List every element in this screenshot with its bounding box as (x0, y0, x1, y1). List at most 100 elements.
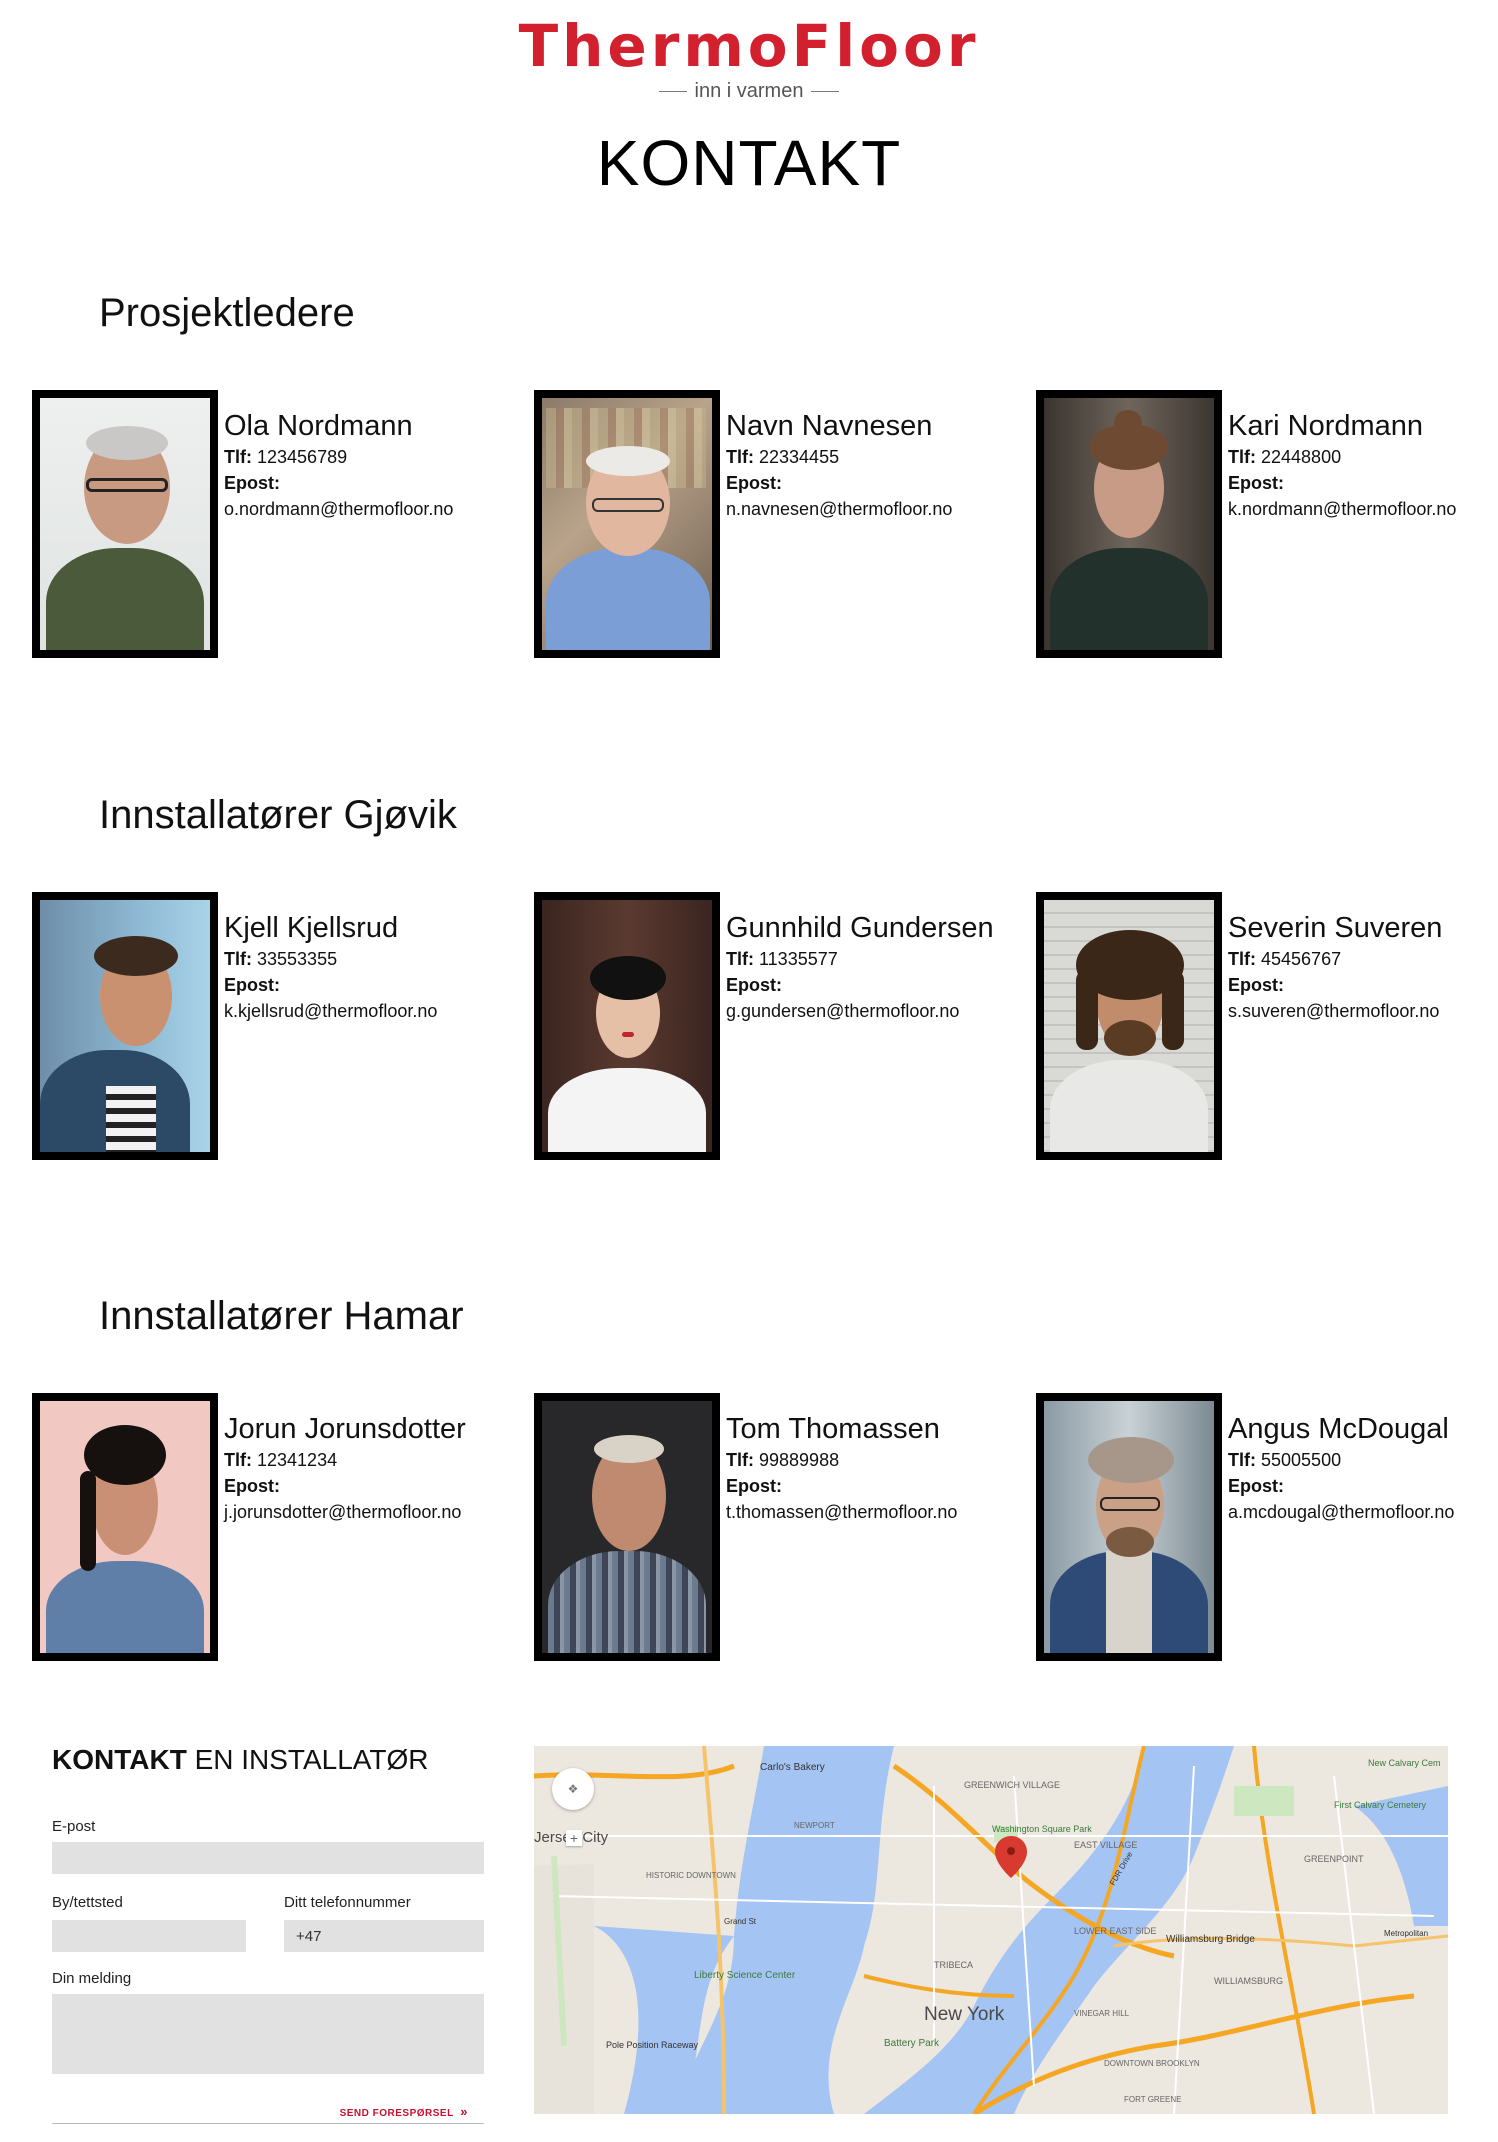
portrait-photo (1036, 892, 1222, 1160)
contact-card: Kjell Kjellsrud Tlf: 33553355 Epost: k.k… (32, 892, 512, 1160)
contact-name: Ola Nordmann (224, 410, 413, 442)
section-title-hamar: Innstallatører Hamar (99, 1294, 464, 1338)
contact-phone: Tlf: 11335577 (726, 949, 838, 969)
city-field[interactable] (52, 1920, 246, 1952)
portrait-photo (1036, 390, 1222, 658)
location-map[interactable]: New York Jersey City Washington Square P… (534, 1746, 1448, 2114)
portrait-photo (534, 390, 720, 658)
contact-email-label: Epost: (726, 975, 782, 995)
contact-name: Jorun Jorunsdotter (224, 1413, 466, 1445)
contact-email-link[interactable]: k.nordmann@thermofloor.no (1228, 496, 1498, 522)
contact-email-link[interactable]: k.kjellsrud@thermofloor.no (224, 998, 524, 1024)
map-label-first-calvary-cemetery: First Calvary Cemetery (1334, 1800, 1427, 1810)
contact-name: Severin Suveren (1228, 912, 1443, 944)
contact-card: Navn Navnesen Tlf: 22334455 Epost: n.nav… (534, 390, 1014, 658)
contact-phone: Tlf: 33553355 (224, 949, 338, 969)
map-label-williamsburg-bridge: Williamsburg Bridge (1166, 1934, 1255, 1945)
map-label-pole-position-raceway: Pole Position Raceway (606, 2040, 699, 2050)
map-label-historic-downtown: HISTORIC DOWNTOWN (646, 1871, 736, 1880)
portrait-photo (32, 1393, 218, 1661)
contact-email-link[interactable]: j.jorunsdotter@thermofloor.no (224, 1499, 524, 1525)
map-label-greenpoint: GREENPOINT (1304, 1854, 1364, 1864)
contact-card: Severin Suveren Tlf: 45456767 Epost: s.s… (1036, 892, 1498, 1160)
contact-name: Kjell Kjellsrud (224, 912, 399, 944)
send-button[interactable]: SEND FORESPØRSEL » (340, 2104, 468, 2119)
contact-phone: Tlf: 99889988 (726, 1450, 840, 1470)
portrait-photo (1036, 1393, 1222, 1661)
portrait-photo (534, 1393, 720, 1661)
contact-email-label: Epost: (1228, 975, 1284, 995)
contact-email-link[interactable]: o.nordmann@thermofloor.no (224, 496, 524, 522)
map-canvas: New York Jersey City Washington Square P… (534, 1746, 1448, 2114)
contact-card: Gunnhild Gundersen Tlf: 11335577 Epost: … (534, 892, 1014, 1160)
contact-card: Jorun Jorunsdotter Tlf: 12341234 Epost: … (32, 1393, 512, 1661)
map-label-downtown-brooklyn: DOWNTOWN BROOKLYN (1104, 2059, 1200, 2068)
brand-logo[interactable]: ThermoFloor inn i varmen (0, 14, 1498, 103)
contact-card: Angus McDougal Tlf: 55005500 Epost: a.mc… (1036, 1393, 1498, 1661)
portrait-photo (32, 390, 218, 658)
contact-email-link[interactable]: a.mcdougal@thermofloor.no (1228, 1499, 1498, 1525)
map-label-grand-st: Grand St (724, 1917, 757, 1926)
contact-phone: Tlf: 12341234 (224, 1450, 338, 1470)
pan-control-icon[interactable]: ❖ (552, 1768, 594, 1810)
contact-card: Kari Nordmann Tlf: 22448800 Epost: k.nor… (1036, 390, 1498, 658)
message-field[interactable] (52, 1994, 484, 2074)
contact-email-label: Epost: (1228, 473, 1284, 493)
portrait-photo (534, 892, 720, 1160)
contact-email-label: Epost: (726, 1476, 782, 1496)
contact-email-label: Epost: (1228, 1476, 1284, 1496)
contact-email-link[interactable]: s.suveren@thermofloor.no (1228, 998, 1498, 1024)
map-label-east-village: EAST VILLAGE (1074, 1840, 1137, 1850)
brand-name: ThermoFloor (518, 12, 980, 80)
map-label-lower-east-side: LOWER EAST SIDE (1074, 1926, 1156, 1936)
contact-phone: Tlf: 45456767 (1228, 949, 1342, 969)
map-label-battery-park: Battery Park (884, 2038, 940, 2049)
contact-name: Tom Thomassen (726, 1413, 940, 1445)
contact-card: Ola Nordmann Tlf: 123456789 Epost: o.nor… (32, 390, 512, 658)
form-divider (52, 2123, 484, 2124)
email-field[interactable] (52, 1842, 484, 1874)
map-label-tribeca: TRIBECA (934, 1960, 973, 1970)
map-label-vinegar-hill: VINEGAR HILL (1074, 2009, 1130, 2018)
page-title: KONTAKT (596, 127, 902, 199)
contact-form: KONTAKT EN INSTALLATØR E-post By/tettste… (52, 1742, 484, 2138)
contact-phone: Tlf: 55005500 (1228, 1450, 1342, 1470)
contact-name: Navn Navnesen (726, 410, 933, 442)
contact-email-label: Epost: (224, 473, 280, 493)
contact-phone: Tlf: 22448800 (1228, 447, 1342, 467)
message-label: Din melding (52, 1970, 132, 1987)
contact-phone: Tlf: 22334455 (726, 447, 840, 467)
map-label-new-york: New York (924, 2004, 1005, 2025)
map-label-carlos-bakery: Carlo's Bakery (760, 1762, 825, 1773)
contact-email-link[interactable]: n.navnesen@thermofloor.no (726, 496, 1026, 522)
contact-phone: Tlf: 123456789 (224, 447, 348, 467)
contact-email-label: Epost: (224, 975, 280, 995)
contact-email-label: Epost: (224, 1476, 280, 1496)
zoom-in-icon[interactable]: + (566, 1830, 582, 1846)
contact-email-link[interactable]: t.thomassen@thermofloor.no (726, 1499, 1026, 1525)
map-label-washington-square-park: Washington Square Park (992, 1824, 1092, 1834)
map-label-newport: NEWPORT (794, 1821, 835, 1830)
section-title-prosjektledere: Prosjektledere (99, 291, 355, 335)
contact-email-link[interactable]: g.gundersen@thermofloor.no (726, 998, 1026, 1024)
contact-email-label: Epost: (726, 473, 782, 493)
portrait-photo (32, 892, 218, 1160)
city-label: By/tettsted (52, 1894, 123, 1911)
section-title-gjovik: Innstallatører Gjøvik (99, 793, 457, 837)
contact-name: Angus McDougal (1228, 1413, 1449, 1445)
form-title: KONTAKT EN INSTALLATØR (52, 1744, 429, 1775)
phone-label: Ditt telefonnummer (284, 1894, 411, 1911)
phone-field[interactable] (284, 1920, 484, 1952)
contact-card: Tom Thomassen Tlf: 99889988 Epost: t.tho… (534, 1393, 1014, 1661)
email-label: E-post (52, 1818, 96, 1835)
map-label-metropolitan: Metropolitan (1384, 1929, 1428, 1938)
brand-tagline: inn i varmen (0, 80, 1498, 103)
map-label-new-calvary-cemetery: New Calvary Cem (1368, 1758, 1441, 1768)
map-label-liberty-science-center: Liberty Science Center (694, 1970, 796, 1981)
map-label-williamsburg: WILLIAMSBURG (1214, 1976, 1283, 1986)
contact-name: Gunnhild Gundersen (726, 912, 994, 944)
double-chevron-right-icon: » (460, 2104, 468, 2119)
contact-name: Kari Nordmann (1228, 410, 1424, 442)
map-label-greenwich-village: GREENWICH VILLAGE (964, 1780, 1060, 1790)
map-label-fort-greene: FORT GREENE (1124, 2095, 1182, 2104)
